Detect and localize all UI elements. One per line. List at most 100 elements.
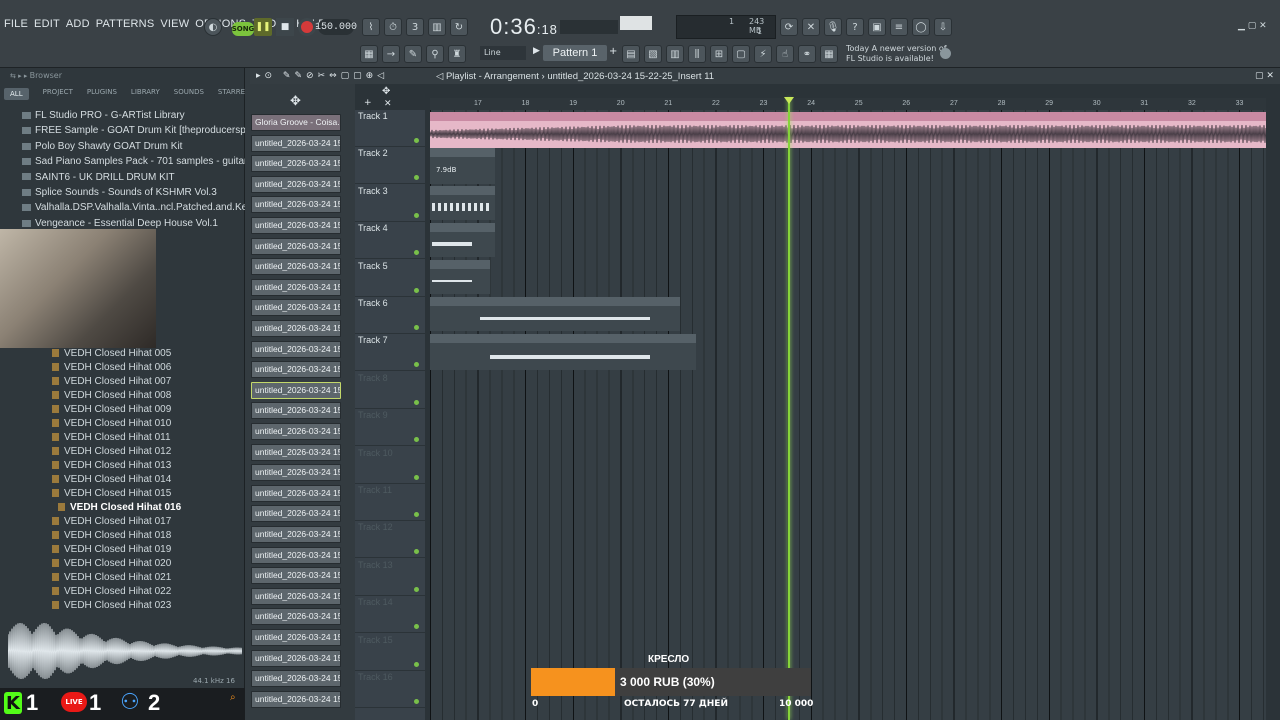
- sample-item[interactable]: VEDH Closed Hihat 012: [52, 445, 242, 459]
- snap-select[interactable]: Line: [480, 46, 526, 60]
- track-mute-led[interactable]: [414, 512, 419, 517]
- library-item[interactable]: FL Studio PRO - G-ARTist Library: [22, 108, 244, 123]
- channel-button[interactable]: untitled_2026-03-24 15-...: [251, 526, 341, 543]
- arrow-icon[interactable]: →: [382, 45, 400, 63]
- track-mute-led[interactable]: [414, 250, 419, 256]
- playhead-marker[interactable]: [784, 97, 794, 104]
- channel-button[interactable]: untitled_2026-03-24 15-...: [251, 320, 341, 337]
- clip-track5[interactable]: untitle...sert 11: [430, 260, 490, 294]
- track-mute-led[interactable]: [414, 549, 419, 555]
- track-header[interactable]: Track 7: [355, 334, 425, 372]
- track-mute-led[interactable]: [414, 661, 419, 667]
- save-icon[interactable]: ▣: [868, 18, 886, 36]
- library-item[interactable]: FREE Sample - GOAT Drum Kit [theproducer…: [22, 123, 284, 138]
- track-header[interactable]: Track 14: [355, 596, 425, 634]
- help-icon[interactable]: ?: [846, 18, 864, 36]
- chat-icon[interactable]: ◯: [912, 18, 930, 36]
- sample-item[interactable]: VEDH Closed Hihat 023: [52, 599, 242, 613]
- track-header[interactable]: Track 5: [355, 260, 425, 297]
- menu-patterns[interactable]: PATTERNS: [96, 18, 155, 30]
- track-mute-led[interactable]: [414, 362, 419, 368]
- channel-button[interactable]: untitled_2026-03-24 15-...: [251, 175, 341, 193]
- menu-edit[interactable]: EDIT: [34, 18, 60, 30]
- microphone-icon[interactable]: 🎙: [824, 18, 842, 36]
- track-mute-led[interactable]: [414, 287, 419, 293]
- library-item[interactable]: Splice Sounds - Sounds of KSHMR Vol.3: [22, 185, 244, 200]
- sample-item[interactable]: VEDH Closed Hihat 017: [52, 515, 242, 529]
- playhead[interactable]: [788, 98, 790, 720]
- menu-add[interactable]: ADD: [66, 18, 90, 30]
- refresh-icon[interactable]: ⟳: [780, 18, 798, 36]
- track-header[interactable]: Track 6: [355, 297, 425, 334]
- song-mode-toggle[interactable]: SONG: [232, 22, 254, 36]
- track-header[interactable]: Track 11: [355, 484, 425, 521]
- globe-icon[interactable]: [940, 48, 951, 59]
- channel-button[interactable]: untitled_2026-03-24 15-...: [251, 381, 341, 399]
- channel-button[interactable]: untitled_2026-03-24 15-...: [251, 629, 341, 646]
- browser-tab-project[interactable]: PROJECT: [43, 88, 73, 100]
- sample-item[interactable]: VEDH Closed Hihat 019: [52, 543, 242, 557]
- clip-track3[interactable]: ◆ ◆ ◆ ◆: [430, 186, 495, 220]
- track-header[interactable]: Track 15: [355, 634, 425, 671]
- channel-button[interactable]: untitled_2026-03-24 15-...: [251, 649, 341, 667]
- channel-button[interactable]: untitled_2026-03-24 15-...: [251, 670, 341, 688]
- download-icon[interactable]: ⇩: [934, 18, 952, 36]
- sample-item[interactable]: VEDH Closed Hihat 008: [52, 389, 242, 403]
- channel-button[interactable]: untitled_2026-03-24 15-...: [251, 237, 341, 255]
- close-icon[interactable]: ✕: [384, 99, 392, 109]
- track-mute-led[interactable]: [414, 138, 419, 143]
- sample-item[interactable]: VEDH Closed Hihat 011: [52, 431, 242, 445]
- close-project-icon[interactable]: ✕: [802, 18, 820, 36]
- add-pattern-icon[interactable]: +: [609, 46, 617, 57]
- channel-button[interactable]: untitled_2026-03-24 15-...: [251, 567, 341, 585]
- track-header[interactable]: Track 16: [355, 671, 425, 708]
- clip-track7[interactable]: untitled_2026-03-24 15-26-27_Insert 11: [430, 334, 696, 370]
- library-item[interactable]: Polo Boy Shawty GOAT Drum Kit: [22, 139, 244, 154]
- pause-icon[interactable]: ❚❚: [254, 18, 272, 36]
- channel-button[interactable]: untitled_2026-03-24 15-...: [251, 505, 341, 523]
- piano-roll-icon[interactable]: ▧: [644, 45, 662, 63]
- search-icon[interactable]: ⌕: [230, 692, 236, 703]
- library-item[interactable]: Sad Piano Samples Pack - 701 samples - g…: [22, 154, 275, 169]
- sample-item[interactable]: VEDH Closed Hihat 021: [52, 571, 242, 585]
- browser-tab-all[interactable]: ALL: [4, 88, 29, 100]
- add-track-icon[interactable]: +: [364, 98, 372, 108]
- channel-rack-icon[interactable]: ▥: [666, 45, 684, 63]
- track-mute-led[interactable]: [414, 699, 419, 704]
- stop-icon[interactable]: ■: [276, 18, 294, 36]
- browser-icon[interactable]: ▢: [732, 45, 750, 63]
- move-icon[interactable]: ✥: [290, 94, 301, 109]
- plugin-icon[interactable]: ⊞: [710, 45, 728, 63]
- sample-item[interactable]: VEDH Closed Hihat 005: [52, 347, 242, 361]
- track-mute-led[interactable]: [414, 212, 419, 218]
- tempo-display[interactable]: 150.000: [315, 19, 357, 35]
- channel-button[interactable]: untitled_2026-03-24 15-...: [251, 258, 341, 276]
- channel-button[interactable]: untitled_2026-03-24 15-...: [251, 690, 341, 708]
- sample-item[interactable]: VEDH Closed Hihat 022: [52, 585, 242, 599]
- channel-button[interactable]: untitled_2026-03-24 15-...: [251, 217, 341, 234]
- channel-button[interactable]: untitled_2026-03-24 15-...: [251, 196, 341, 214]
- pattern-selector[interactable]: Pattern 1: [543, 45, 607, 61]
- menu-view[interactable]: VIEW: [160, 18, 189, 30]
- channel-button[interactable]: untitled_2026-03-24 15-...: [251, 587, 341, 605]
- stamp-icon[interactable]: ♜: [448, 45, 466, 63]
- channel-button[interactable]: untitled_2026-03-24 15-...: [251, 443, 341, 461]
- record-button[interactable]: [298, 18, 316, 36]
- channel-button[interactable]: untitled_2026-03-24 15-...: [251, 361, 341, 379]
- channel-button[interactable]: untitled_2026-03-24 15-...: [251, 608, 341, 626]
- playlist-window-controls[interactable]: ▢ ✕: [1255, 71, 1274, 81]
- menu-file[interactable]: FILE: [4, 18, 28, 30]
- track-header[interactable]: Track 8: [355, 372, 425, 409]
- track-header[interactable]: Track 12: [355, 521, 425, 559]
- plugin-db-icon[interactable]: ⚡: [754, 45, 772, 63]
- track-header[interactable]: Track 10: [355, 447, 425, 484]
- channel-button[interactable]: untitled_2026-03-24 15-...: [251, 423, 341, 440]
- step-edit-icon[interactable]: ▥: [428, 18, 446, 36]
- sample-item[interactable]: VEDH Closed Hihat 016: [58, 501, 242, 515]
- sample-item[interactable]: VEDH Closed Hihat 015: [52, 487, 242, 501]
- track-mute-led[interactable]: [414, 474, 419, 480]
- playlist-icon[interactable]: ▤: [622, 45, 640, 63]
- clip-track2[interactable]: unti..1 7.9dB: [430, 148, 495, 184]
- link-icon[interactable]: ⚭: [798, 45, 816, 63]
- channel-button[interactable]: untitled_2026-03-24 15-...: [251, 402, 341, 420]
